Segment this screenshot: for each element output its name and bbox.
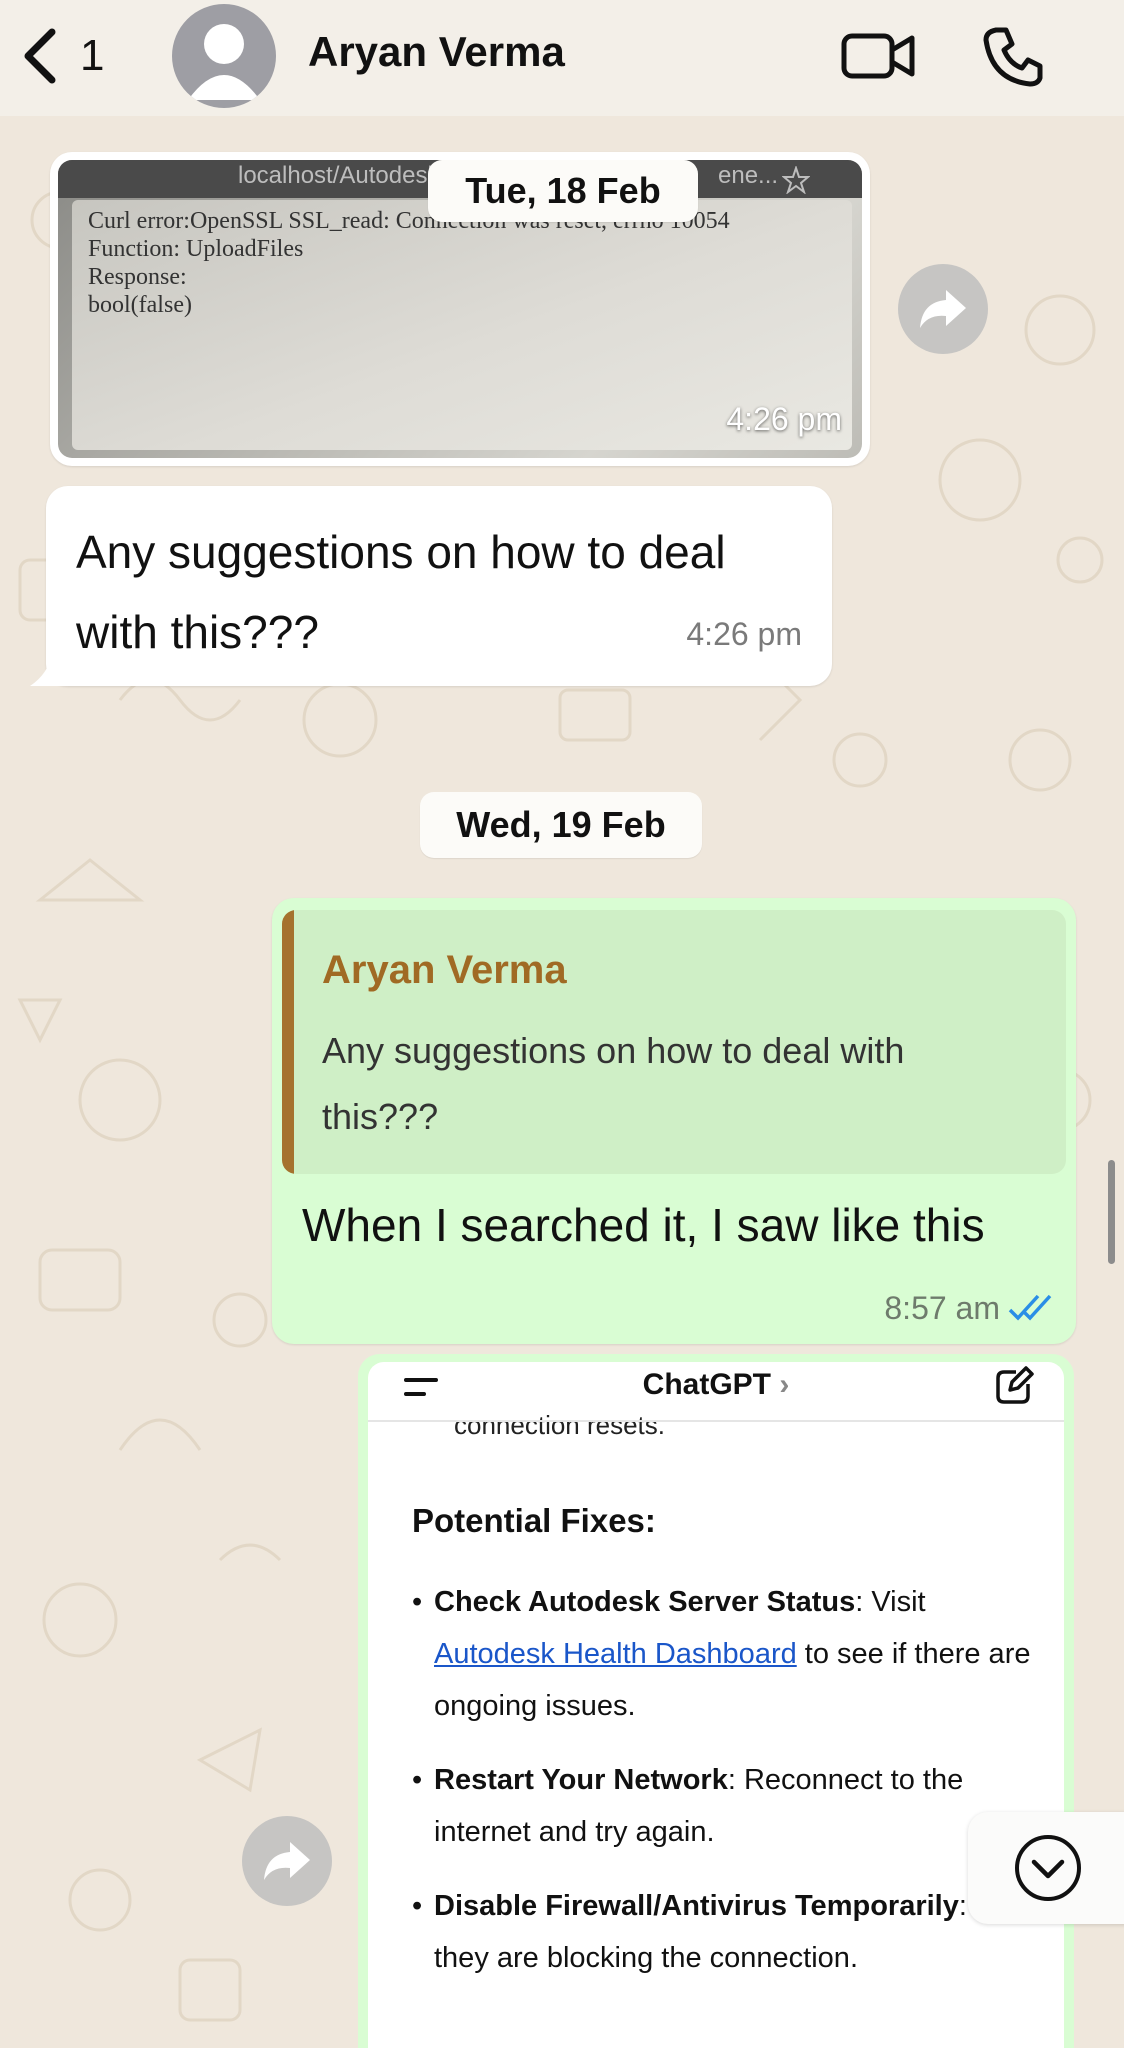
fix-item-1: • Check Autodesk Server Status: Visit Au… [412, 1586, 1031, 1722]
chatgpt-title-text: ChatGPT [642, 1368, 771, 1401]
fix-item-3: • Disable Firewall/Antivirus Temporarily… [412, 1880, 1052, 1984]
error-line-2: Function: UploadFiles [88, 236, 304, 262]
fix-item-3-title: Disable Firewall/Antivirus Temporarily [434, 1890, 959, 1922]
autodesk-health-link[interactable]: Autodesk Health Dashboard [434, 1638, 797, 1670]
read-ticks-icon [1008, 1294, 1052, 1321]
forward-button[interactable] [898, 264, 988, 354]
fix-item-2: • Restart Your Network: Reconnect to the… [412, 1764, 964, 1848]
cut-off-text: connection resets. [454, 1410, 666, 1440]
photo-url-text: localhost/Autodesk [238, 162, 440, 189]
chevron-right-icon: › [779, 1368, 790, 1401]
chatgpt-title: ChatGPT › [368, 1368, 1064, 1402]
reply-message-bubble[interactable]: Aryan Verma Any suggestions on how to de… [272, 898, 1076, 1344]
quoted-sender: Aryan Verma [322, 948, 567, 992]
image-message-time: 4:26 pm [726, 401, 842, 437]
video-call-icon[interactable] [840, 26, 916, 86]
chevron-down-icon [1015, 1835, 1081, 1901]
chatgpt-screenshot[interactable]: ChatGPT › connection resets. Potential F… [368, 1362, 1064, 2048]
error-line-3: Response: [88, 264, 187, 290]
scrollbar[interactable] [1108, 1160, 1115, 1264]
photo-url-tail: ene... [718, 162, 779, 189]
text-message-bubble[interactable]: Any suggestions on how to deal with this… [46, 486, 832, 686]
date-separator: Tue, 18 Feb [428, 160, 698, 222]
fix-item-1-title: Check Autodesk Server Status [434, 1586, 856, 1618]
bubble-tail [30, 654, 68, 686]
reply-text: When I searched it, I saw like this [302, 1199, 985, 1251]
quoted-text: Any suggestions on how to deal with this… [322, 1030, 905, 1137]
forward-button[interactable] [242, 1816, 332, 1906]
chevron-left-icon [24, 28, 56, 84]
date-separator: Wed, 19 Feb [420, 792, 702, 858]
avatar[interactable] [172, 4, 276, 108]
fix-item-1-text-a: : Visit [855, 1586, 926, 1618]
star-icon [782, 166, 810, 194]
contact-name[interactable]: Aryan Verma [308, 28, 565, 76]
phone-icon[interactable] [982, 26, 1044, 88]
fix-item-2-title: Restart Your Network [434, 1764, 728, 1796]
scroll-to-bottom-button[interactable] [968, 1812, 1124, 1924]
edit-icon [996, 1366, 1034, 1404]
fixes-heading: Potential Fixes: [412, 1502, 656, 1539]
unread-count: 1 [80, 31, 105, 80]
forward-icon [920, 290, 966, 328]
message-time: 4:26 pm [686, 616, 802, 652]
chat-header: 1 Aryan Verma [0, 0, 1124, 116]
error-line-4: bool(false) [88, 292, 192, 318]
reply-time: 8:57 am [884, 1290, 1000, 1326]
person-icon [188, 24, 260, 100]
title-divider [368, 1420, 1064, 1422]
forward-icon [264, 1842, 310, 1880]
quote-bar [282, 910, 294, 1174]
back-button[interactable]: 1 [20, 26, 130, 86]
quoted-message[interactable]: Aryan Verma Any suggestions on how to de… [282, 910, 1066, 1174]
